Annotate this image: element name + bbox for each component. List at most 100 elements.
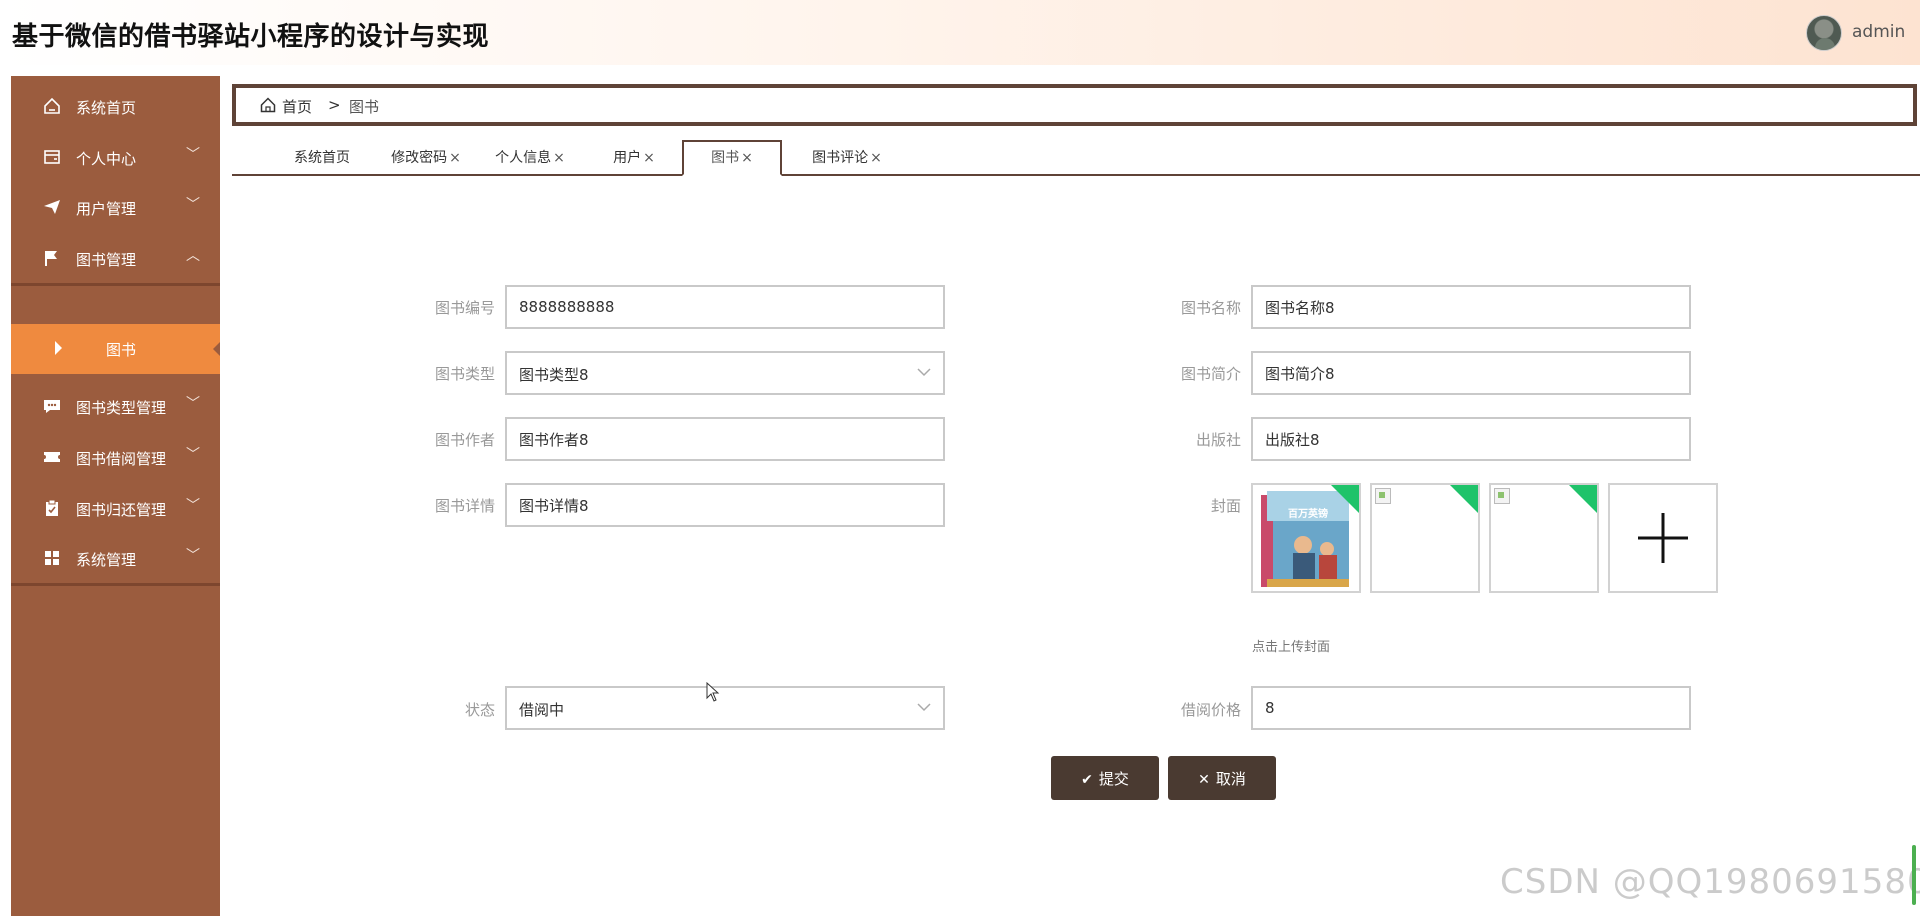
close-icon[interactable]: × (741, 150, 753, 166)
submit-button[interactable]: ✔ 提交 (1051, 756, 1159, 800)
close-icon[interactable]: × (449, 150, 461, 166)
grid-icon (45, 551, 59, 565)
status-label: 状态 (464, 701, 495, 719)
chevron-down-icon: ﹀ (186, 396, 200, 412)
sidebar-item-label: 系统管理 (76, 551, 137, 569)
cover-image-1[interactable]: 百万英镑 (1251, 483, 1361, 593)
cover-image-2[interactable] (1370, 483, 1480, 593)
app-title: 基于微信的借书驿站小程序的设计与实现 (12, 22, 490, 52)
author-input[interactable] (505, 417, 945, 461)
top-header: 基于微信的借书驿站小程序的设计与实现 admin (0, 0, 1920, 65)
close-icon: ✕ (1198, 771, 1210, 788)
sidebar-item-book-type-management[interactable]: 图书类型管理 ﹀ (11, 376, 220, 434)
sidebar-item-user-management[interactable]: 用户管理 ﹀ (11, 177, 220, 235)
tab-label: 用户 (613, 150, 642, 166)
status-value: 借阅中 (519, 701, 565, 719)
tab-books[interactable]: 图书 × (682, 140, 782, 176)
ticket-icon (44, 452, 60, 462)
watermark-text: CSDN @QQ1980691580 (1500, 862, 1920, 902)
tab-home[interactable]: 系统首页 (272, 140, 372, 176)
sidebar-item-borrow-management[interactable]: 图书借阅管理 ﹀ (11, 427, 220, 485)
publisher-label: 出版社 (1195, 431, 1241, 449)
breadcrumb-separator: > (328, 96, 341, 114)
sidebar-item-home[interactable]: 系统首页 (11, 76, 220, 134)
active-indicator-icon (213, 342, 220, 356)
book-intro-label: 图书简介 (1180, 365, 1241, 383)
sidebar-item-label: 图书类型管理 (76, 399, 167, 417)
book-intro-input[interactable] (1251, 351, 1691, 395)
mouse-cursor-icon (706, 682, 720, 702)
cover-upload-hint: 点击上传封面 (1252, 640, 1331, 655)
cover-image-3[interactable] (1489, 483, 1599, 593)
check-icon: ✔ (1081, 771, 1093, 788)
detail-label: 图书详情 (434, 497, 495, 515)
broken-image-icon (1375, 488, 1391, 504)
status-select[interactable]: 借阅中 (505, 686, 945, 730)
chevron-down-icon: ﹀ (186, 447, 200, 463)
username[interactable]: admin (1852, 22, 1905, 42)
tab-users[interactable]: 用户 × (584, 140, 684, 176)
uploaded-tag-icon (1330, 485, 1359, 514)
sidebar-subitem-book[interactable]: 图书 (11, 324, 220, 374)
cancel-label: 取消 (1215, 769, 1246, 788)
home-icon (260, 97, 276, 113)
user-avatar[interactable] (1806, 15, 1842, 51)
close-icon[interactable]: × (870, 150, 882, 166)
tab-personal-info[interactable]: 个人信息 × (480, 140, 580, 176)
breadcrumb-current: 图书 (349, 98, 380, 116)
publisher-input[interactable] (1251, 417, 1691, 461)
sidebar-item-label: 系统首页 (76, 99, 137, 117)
chat-icon (44, 400, 60, 413)
tab-book-comments[interactable]: 图书评论 × (792, 140, 902, 176)
cancel-button[interactable]: ✕ 取消 (1168, 756, 1276, 800)
book-no-input[interactable] (505, 285, 945, 329)
author-label: 图书作者 (434, 431, 495, 449)
plus-icon (1638, 513, 1688, 563)
sidebar-item-label: 图书归还管理 (76, 501, 167, 519)
sidebar-item-book-management[interactable]: 图书管理 ︿ (11, 228, 220, 286)
book-no-label: 图书编号 (434, 299, 495, 317)
tab-bar: 系统首页 修改密码 × 个人信息 × 用户 × 图书 × 图书评论 × (232, 136, 1920, 176)
tab-label: 系统首页 (294, 150, 350, 166)
cover-label: 封面 (1210, 497, 1241, 515)
book-name-input[interactable] (1251, 285, 1691, 329)
sidebar-subitem-label: 图书 (106, 341, 137, 359)
scrollbar-thumb[interactable] (1912, 845, 1916, 905)
uploaded-tag-icon (1568, 485, 1597, 514)
price-input[interactable] (1251, 686, 1691, 730)
book-type-value: 图书类型8 (519, 366, 589, 384)
book-type-label: 图书类型 (434, 365, 495, 383)
tab-label: 图书评论 (812, 150, 869, 166)
broken-image-icon (1494, 488, 1510, 504)
cover-upload-button[interactable] (1608, 483, 1718, 593)
id-card-icon (44, 150, 60, 164)
sidebar-item-label: 图书借阅管理 (76, 450, 167, 468)
tab-label: 修改密码 (391, 150, 448, 166)
sidebar-item-system-management[interactable]: 系统管理 ﹀ (11, 528, 220, 586)
tab-change-password[interactable]: 修改密码 × (376, 140, 476, 176)
clipboard-icon (46, 499, 58, 516)
tab-label: 个人信息 (495, 150, 552, 166)
submit-label: 提交 (1098, 769, 1129, 788)
chevron-down-icon (917, 703, 931, 712)
close-icon[interactable]: × (553, 150, 565, 166)
book-name-label: 图书名称 (1180, 299, 1241, 317)
caret-right-icon (55, 341, 62, 355)
detail-input[interactable] (505, 483, 945, 527)
home-icon (44, 97, 60, 114)
breadcrumb: 首页 > 图书 (232, 84, 1917, 126)
flag-icon (45, 251, 57, 266)
uploaded-tag-icon (1449, 485, 1478, 514)
chevron-up-icon: ︿ (186, 248, 200, 264)
sidebar-item-label: 个人中心 (76, 150, 137, 168)
chevron-down-icon: ﹀ (186, 197, 200, 213)
close-icon[interactable]: × (643, 150, 655, 166)
chevron-down-icon: ﹀ (186, 548, 200, 564)
tab-label: 图书 (711, 150, 740, 166)
price-label: 借阅价格 (1180, 701, 1241, 719)
sidebar-item-label: 图书管理 (76, 251, 137, 269)
breadcrumb-home-link[interactable]: 首页 (282, 96, 312, 117)
paper-plane-icon (44, 200, 60, 214)
book-type-select[interactable]: 图书类型8 (505, 351, 945, 395)
chevron-down-icon (917, 368, 931, 377)
